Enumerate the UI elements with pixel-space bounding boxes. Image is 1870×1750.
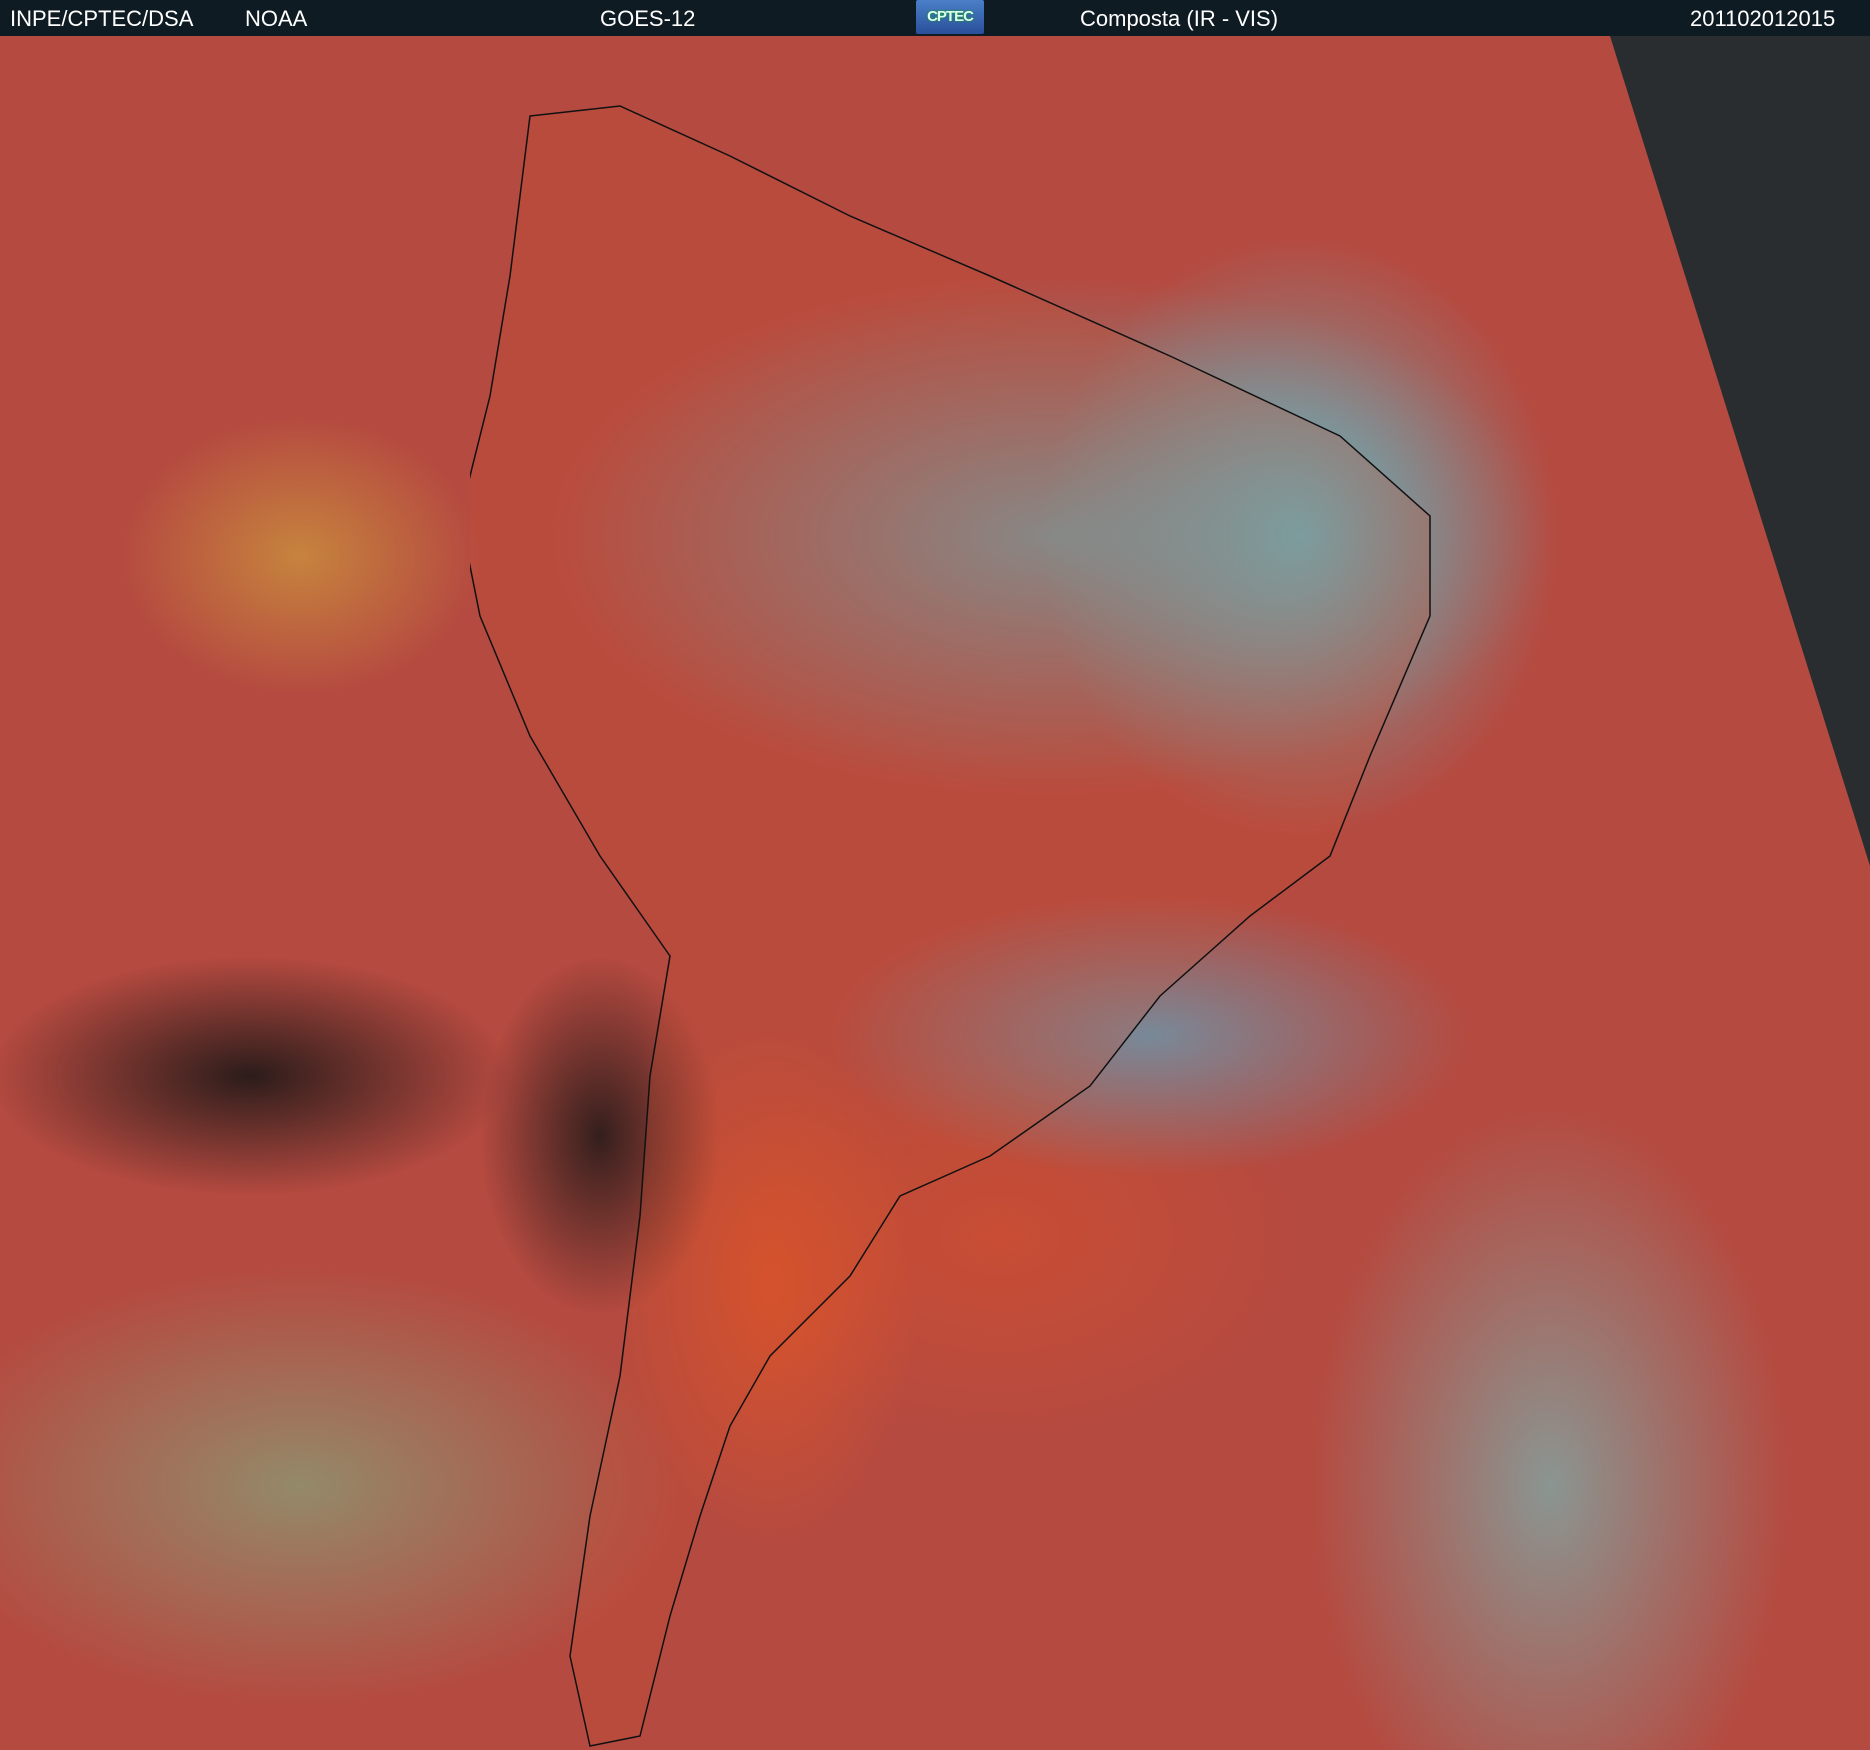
agency-label: INPE/CPTEC/DSA: [10, 6, 194, 31]
outside-coverage-area: [1610, 36, 1870, 1750]
satellite-image: [0, 36, 1870, 1750]
cptec-logo: CPTEC: [916, 0, 984, 34]
south-america-outline: [470, 105, 1431, 1747]
header-bar: INPE/CPTEC/DSA NOAA GOES-12 CPTEC Compos…: [0, 0, 1870, 36]
source-label: NOAA: [245, 6, 308, 31]
timestamp-label: 201102012015: [1690, 6, 1836, 31]
satellite-label: GOES-12: [600, 6, 696, 31]
product-label: Composta (IR - VIS): [1080, 6, 1279, 31]
